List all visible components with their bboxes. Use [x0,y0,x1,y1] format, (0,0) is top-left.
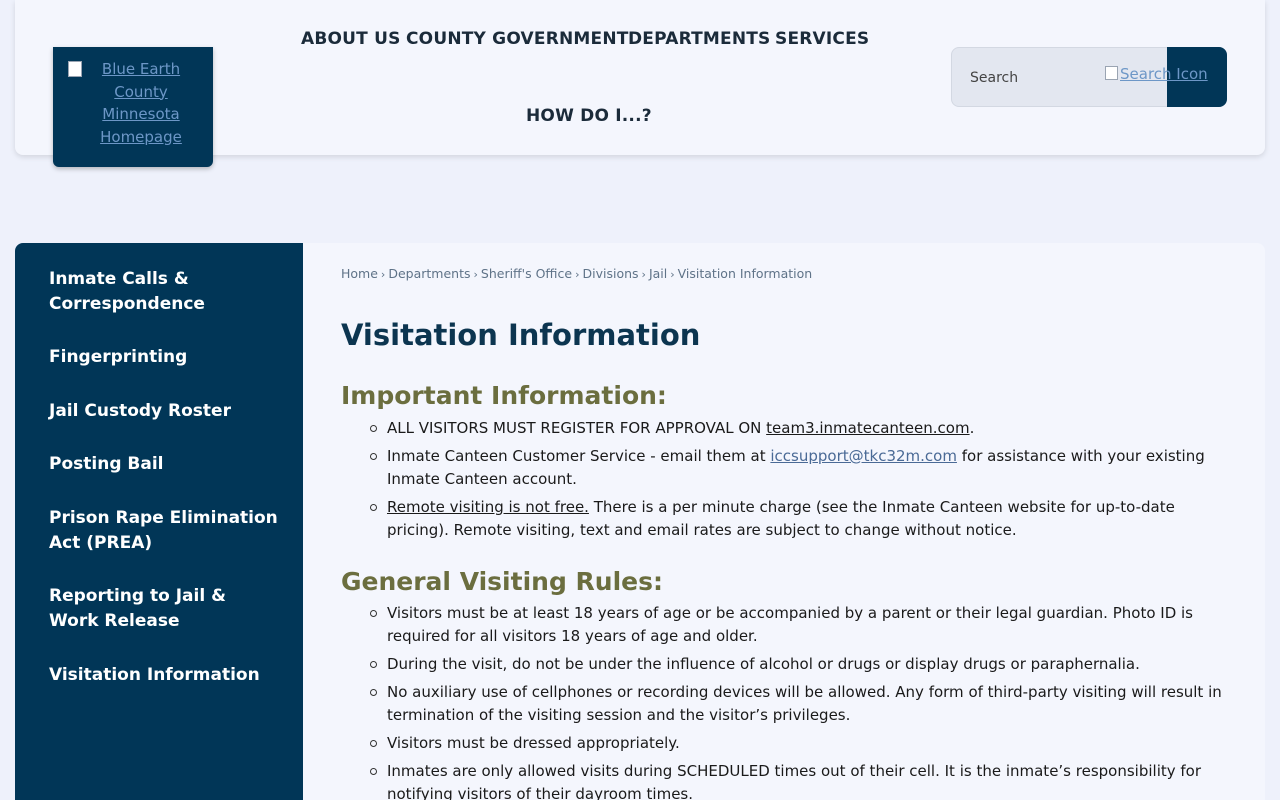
list-item: No auxiliary use of cellphones or record… [341,681,1231,727]
sidebar-item-reporting-work-release[interactable]: Reporting to Jail & Work Release [49,584,279,634]
nav-departments[interactable]: DEPARTMENTS [628,29,771,49]
general-visiting-rules-list: Visitors must be at least 18 years of ag… [341,602,1231,800]
list-item: Visitors must be at least 18 years of ag… [341,602,1231,648]
breadcrumb-separator: › [575,268,580,281]
search-icon[interactable]: Search Icon [1105,65,1208,83]
list-item-text: ALL VISITORS MUST REGISTER FOR APPROVAL … [387,419,767,437]
breadcrumb-home[interactable]: Home [341,266,378,281]
breadcrumb-jail[interactable]: Jail [649,266,667,281]
page-title: Visitation Information [341,318,701,352]
list-item: Visitors must be dressed appropriately. [341,732,1231,755]
breadcrumb: Home › Departments › Sheriff's Office › Divisi… [341,266,812,281]
sidebar-item-jail-custody-roster[interactable]: Jail Custody Roster [49,399,279,424]
breadcrumb-current[interactable]: Visitation Information [678,266,813,281]
nav-county-government[interactable]: COUNTY GOVERNMENT [406,29,629,49]
sidebar-item-visitation-information[interactable]: Visitation Information [49,663,279,688]
search-icon-alt-text: Search Icon [1120,65,1208,83]
breadcrumb-divisions[interactable]: Divisions [582,266,638,281]
sidebar-item-prea[interactable]: Prison Rape Elimination Act (PREA) [49,506,279,556]
list-item: During the visit, do not be under the in… [341,653,1231,676]
list-item-text: Inmate Canteen Customer Service - email … [387,447,771,465]
list-item: Remote visiting is not free. There is a … [341,496,1231,542]
broken-image-icon [1105,66,1118,80]
logo-image: Blue Earth County Minnesota Homepage [68,58,198,167]
inmatecanteen-link[interactable]: team3.inmatecanteen.com [766,419,969,437]
search-input[interactable] [970,66,1120,90]
broken-image-icon [68,61,82,77]
breadcrumb-separator: › [380,268,386,281]
nav-how-do-i[interactable]: HOW DO I...? [526,106,652,126]
list-item: Inmates are only allowed visits during S… [341,760,1231,800]
nav-services[interactable]: SERVICES [775,29,869,49]
nav-about-us[interactable]: ABOUT US [301,29,401,49]
breadcrumb-sheriffs-office[interactable]: Sheriff's Office [481,266,572,281]
support-email-link[interactable]: iccsupport@tkc32m.com [770,447,957,465]
list-item: Inmate Canteen Customer Service - email … [341,445,1231,491]
general-visiting-rules-heading: General Visiting Rules: [341,567,663,596]
sidebar-item-inmate-calls[interactable]: Inmate Calls & Correspondence [49,267,279,317]
sidebar-item-posting-bail[interactable]: Posting Bail [49,452,279,477]
important-information-heading: Important Information: [341,381,667,410]
sidebar-item-fingerprinting[interactable]: Fingerprinting [49,345,279,370]
logo-link[interactable]: Blue Earth County Minnesota Homepage [53,47,213,167]
breadcrumb-separator: › [473,268,478,281]
list-item-text: . [969,419,975,437]
important-information-list: ALL VISITORS MUST REGISTER FOR APPROVAL … [341,417,1231,547]
breadcrumb-departments[interactable]: Departments [388,266,470,281]
logo-alt-text: Blue Earth County Minnesota Homepage [100,60,182,146]
breadcrumb-separator: › [641,268,646,281]
list-item-emphasis: Remote visiting is not free. [387,498,589,516]
breadcrumb-separator: › [670,268,675,281]
list-item: ALL VISITORS MUST REGISTER FOR APPROVAL … [341,417,1231,440]
